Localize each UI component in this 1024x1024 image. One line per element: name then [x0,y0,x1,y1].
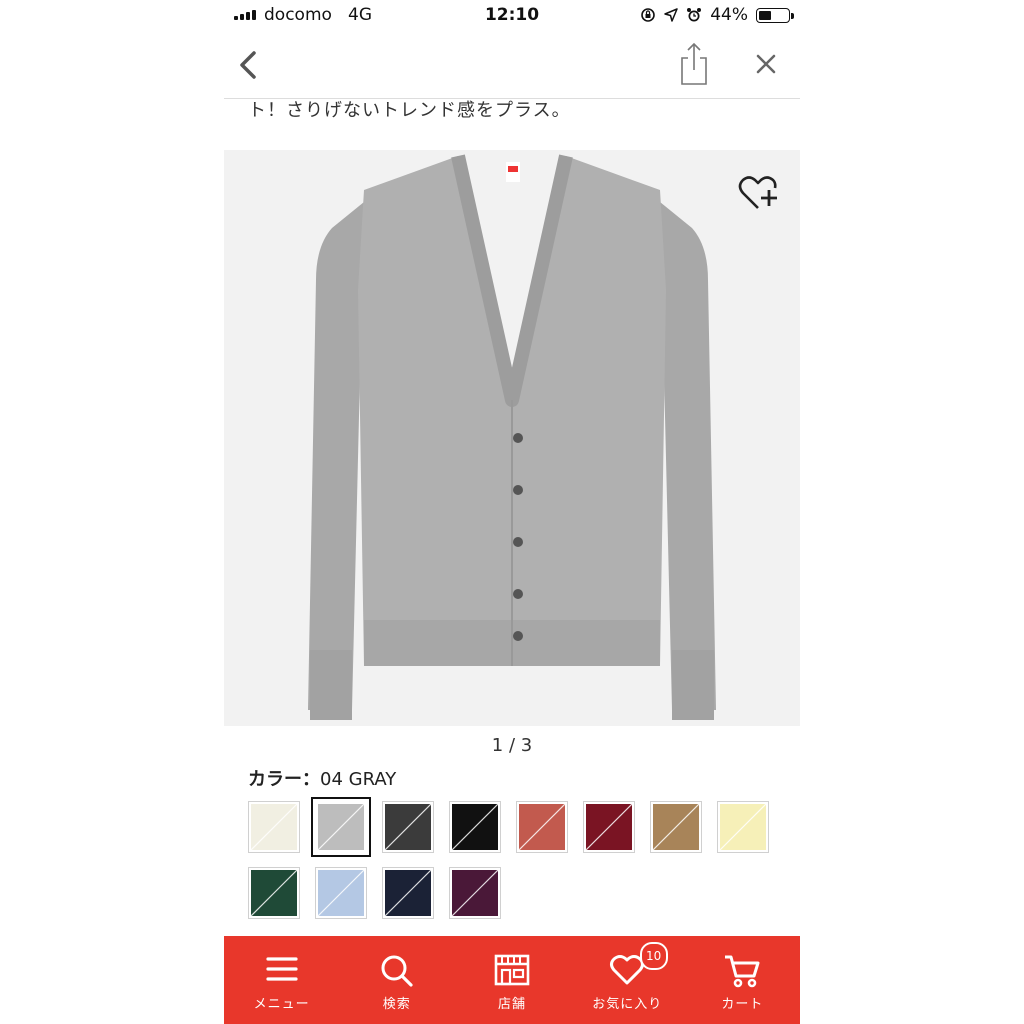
bottom-tab-bar: メニュー 検索 店舗 10 お気に入り カート [224,936,800,1024]
share-icon[interactable] [676,42,712,86]
store-icon [494,954,530,986]
color-swatch[interactable] [248,867,300,919]
tab-stores[interactable]: 店舗 [454,936,569,1024]
color-label: カラー： [248,769,320,790]
swatch-fill [452,870,498,916]
tab-menu[interactable]: メニュー [224,936,339,1024]
color-swatch[interactable] [248,801,300,853]
swatch-fill [251,870,297,916]
swatch-fill [251,804,297,850]
navigation-bar [224,32,800,99]
color-swatch[interactable] [449,801,501,853]
color-swatch[interactable] [516,801,568,853]
close-icon[interactable] [752,50,780,78]
image-pager: 1 / 3 [491,735,533,756]
product-description-tail: ト！さりげないトレンド感をプラス。 [248,100,571,121]
color-swatch[interactable] [311,797,371,857]
product-image[interactable] [224,150,800,726]
heart-plus-icon[interactable] [738,174,780,214]
tab-label: 検索 [382,997,411,1012]
color-swatch[interactable] [315,867,367,919]
gray-cardigan-photo [308,154,716,720]
color-swatch[interactable] [449,867,501,919]
search-icon [381,955,413,987]
alarm-icon [687,8,702,22]
tab-label: 店舗 [498,997,527,1012]
swatch-fill [318,804,364,850]
menu-icon [265,957,298,981]
color-swatch[interactable] [382,801,434,853]
status-bar: docomo 4G 12:10 44% [224,0,800,32]
battery-icon [756,7,794,23]
swatch-fill [720,804,766,850]
tab-label: お気に入り [592,997,663,1012]
color-swatch[interactable] [650,801,702,853]
swatch-fill [385,870,431,916]
tab-favorites[interactable]: 10 お気に入り [570,936,685,1024]
color-swatch[interactable] [583,801,635,853]
rotation-lock-icon [641,8,656,22]
tab-label: カート [721,997,764,1012]
tab-cart[interactable]: カート [685,936,800,1024]
tab-search[interactable]: 検索 [339,936,454,1024]
color-swatch[interactable] [382,867,434,919]
swatch-fill [653,804,699,850]
battery-percent: 44% [710,5,748,25]
color-value: 04 GRAY [320,769,397,790]
swatch-fill [586,804,632,850]
color-swatch[interactable] [717,801,769,853]
cart-icon [725,955,760,988]
color-selection: カラー：04 GRAY [248,765,396,791]
phone-screen: docomo 4G 12:10 44% ト！さりげないトレンド感をプラス。 1 … [224,0,800,1024]
swatch-fill [385,804,431,850]
swatch-fill [452,804,498,850]
favorites-count-badge: 10 [639,942,668,970]
chevron-left-icon[interactable] [234,47,264,83]
location-icon [664,8,678,22]
tab-label: メニュー [253,997,310,1012]
swatch-fill [318,870,364,916]
swatch-fill [519,804,565,850]
